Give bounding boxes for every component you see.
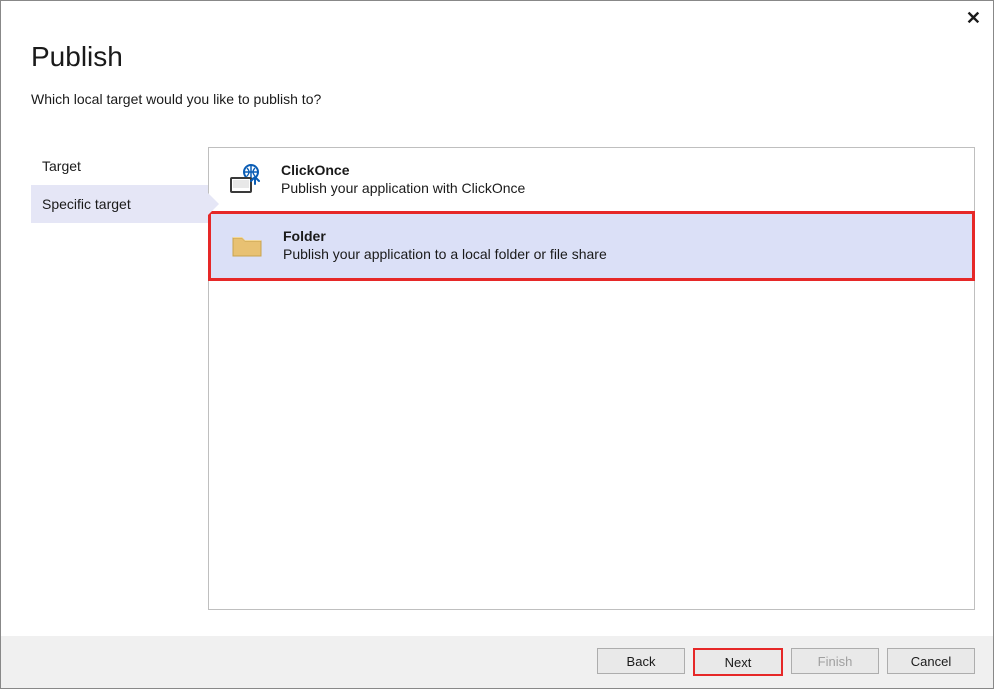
sidebar-step-label: Specific target bbox=[42, 196, 131, 212]
cancel-button[interactable]: Cancel bbox=[887, 648, 975, 674]
clickonce-icon bbox=[227, 162, 263, 198]
page-prompt: Which local target would you like to pub… bbox=[31, 91, 963, 107]
back-button[interactable]: Back bbox=[597, 648, 685, 674]
options-panel: ClickOnce Publish your application with … bbox=[208, 147, 975, 610]
folder-icon bbox=[229, 228, 265, 264]
close-button[interactable]: ✕ bbox=[966, 9, 981, 27]
option-title: ClickOnce bbox=[281, 162, 956, 178]
option-text: ClickOnce Publish your application with … bbox=[281, 162, 956, 196]
option-clickonce[interactable]: ClickOnce Publish your application with … bbox=[209, 148, 974, 212]
option-description: Publish your application with ClickOnce bbox=[281, 180, 956, 196]
next-button[interactable]: Next bbox=[693, 648, 783, 676]
option-description: Publish your application to a local fold… bbox=[283, 246, 954, 262]
option-folder[interactable]: Folder Publish your application to a loc… bbox=[208, 211, 975, 281]
sidebar-step-label: Target bbox=[42, 158, 81, 174]
page-title: Publish bbox=[31, 41, 963, 73]
content: Target Specific target ClickOnce bbox=[1, 117, 993, 610]
sidebar: Target Specific target bbox=[31, 147, 208, 610]
header: Publish Which local target would you lik… bbox=[1, 1, 993, 117]
sidebar-step-specific-target[interactable]: Specific target bbox=[31, 185, 208, 223]
sidebar-step-target[interactable]: Target bbox=[31, 147, 208, 185]
option-title: Folder bbox=[283, 228, 954, 244]
option-text: Folder Publish your application to a loc… bbox=[283, 228, 954, 262]
finish-button: Finish bbox=[791, 648, 879, 674]
footer: Back Next Finish Cancel bbox=[1, 636, 993, 688]
